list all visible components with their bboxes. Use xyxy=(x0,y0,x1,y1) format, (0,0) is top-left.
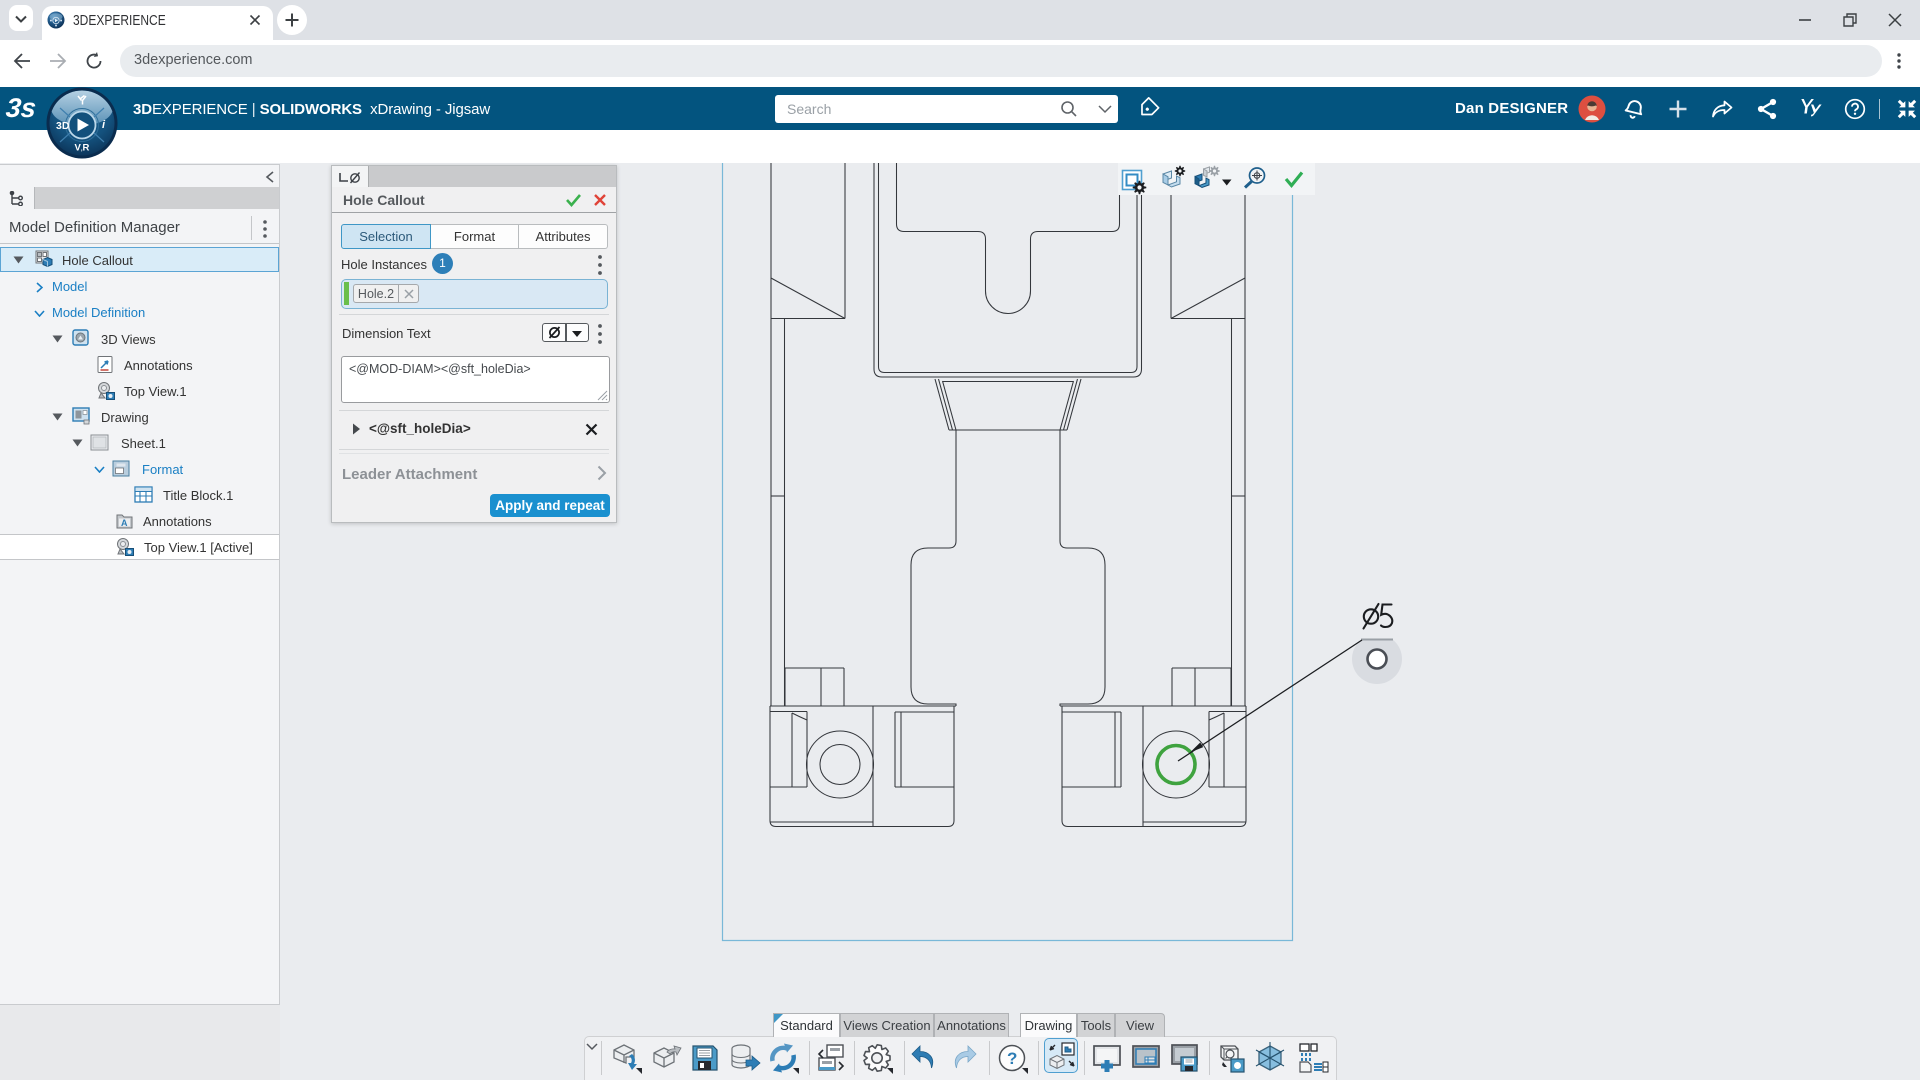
svg-text:A: A xyxy=(121,518,128,528)
